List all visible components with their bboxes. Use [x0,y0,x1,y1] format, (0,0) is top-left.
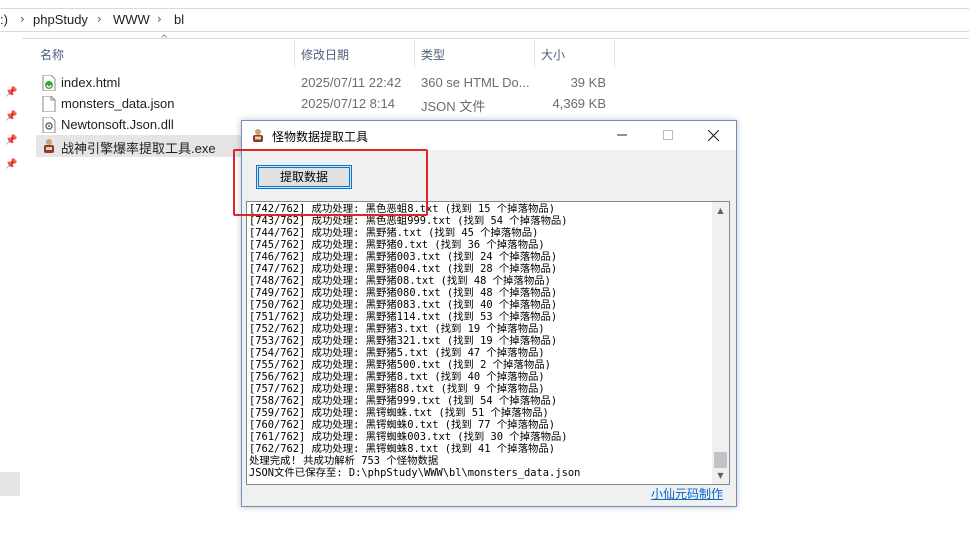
log-line: [761/762] 成功处理: 黑锷蜘蛛003.txt (找到 30 个掉落物品… [249,431,568,443]
log-line: [748/762] 成功处理: 黑野猪08.txt (找到 48 个掉落物品) [249,275,551,287]
file-size: 4,369 KB [552,96,607,111]
breadcrumb-item-bl[interactable]: bl [174,12,184,27]
file-date: 2025/07/11 22:42 [301,75,402,90]
scroll-down-icon[interactable]: ▼ [712,467,729,484]
file-row[interactable]: index.html 2025/07/11 22:42 360 se HTML … [36,72,614,94]
log-textbox[interactable]: [742/762] 成功处理: 黑色恶蛆8.txt (找到 15 个掉落物品)[… [246,201,730,485]
column-header-name[interactable]: 名称 [40,46,64,63]
chevron-right-icon: › [157,12,162,26]
chevron-right-icon: › [20,12,25,26]
column-header-size[interactable]: 大小 [541,46,565,63]
log-line: [743/762] 成功处理: 黑色恶蛆999.txt (找到 54 个掉落物品… [249,215,568,227]
file-date: 2025/07/12 8:14 [301,96,395,111]
breadcrumb-item-www[interactable]: WWW [113,12,150,27]
log-line: [760/762] 成功处理: 黑锷蜘蛛0.txt (找到 77 个掉落物品) [249,419,555,431]
scroll-up-icon[interactable]: ▲ [712,202,729,219]
column-divider[interactable] [614,40,615,68]
log-line: [762/762] 成功处理: 黑锷蜘蛛8.txt (找到 41 个掉落物品) [249,443,555,455]
file-type: 360 se HTML Do... [421,75,530,90]
window-title: 怪物数据提取工具 [272,130,369,144]
file-name: Newtonsoft.Json.dll [61,117,174,132]
log-line: [749/762] 成功处理: 黑野猪080.txt (找到 48 个掉落物品) [249,287,558,299]
column-header-date[interactable]: 修改日期 [301,46,349,63]
dll-file-icon [42,117,56,133]
column-divider[interactable] [294,40,295,68]
file-name: 战神引擎爆率提取工具.exe [61,141,216,156]
close-icon [707,129,719,141]
maximize-icon [663,130,673,140]
exe-file-icon [44,139,54,153]
sort-ascending-icon: ^ [160,34,169,45]
file-name: monsters_data.json [61,96,175,111]
log-line: [750/762] 成功处理: 黑野猪083.txt (找到 40 个掉落物品) [249,299,558,311]
address-bar: :) › phpStudy › WWW › bl [0,0,969,39]
html-file-icon [42,75,56,91]
column-header-type[interactable]: 类型 [421,46,445,63]
navigation-pane-edge: 📌 📌 📌 📌 [0,38,22,534]
file-size: 39 KB [570,75,606,90]
column-divider[interactable] [534,40,535,68]
scrollbar-thumb[interactable] [714,452,727,468]
pin-icon: 📌 [5,159,18,170]
navigation-selected-item[interactable] [0,472,20,496]
minimize-icon [617,134,627,136]
log-line: 处理完成! 共成功解析 753 个怪物数据 [249,455,439,467]
pin-icon: 📌 [5,87,18,98]
log-line: [751/762] 成功处理: 黑野猪114.txt (找到 53 个掉落物品) [249,311,558,323]
log-line: [746/762] 成功处理: 黑野猪003.txt (找到 24 个掉落物品) [249,251,558,263]
file-name: index.html [61,75,121,90]
breadcrumb-prefix: :) [0,12,8,27]
log-line: [747/762] 成功处理: 黑野猪004.txt (找到 28 个掉落物品) [249,263,558,275]
log-line: [745/762] 成功处理: 黑野猪0.txt (找到 36 个掉落物品) [249,239,545,251]
log-line: [744/762] 成功处理: 黑野猪.txt (找到 45 个掉落物品) [249,227,539,239]
log-line: JSON文件已保存至: D:\phpStudy\WWW\bl\monsters_… [249,467,581,479]
json-file-icon [42,96,56,112]
log-lines: [742/762] 成功处理: 黑色恶蛆8.txt (找到 15 个掉落物品)[… [249,203,711,483]
minimize-button[interactable] [599,121,645,150]
title-bar[interactable]: 怪物数据提取工具 [242,121,736,150]
log-line: [757/762] 成功处理: 黑野猪88.txt (找到 9 个掉落物品) [249,383,545,395]
pin-icon: 📌 [5,135,18,146]
vertical-scrollbar[interactable]: ▲ ▼ [712,202,729,484]
column-divider[interactable] [414,40,415,68]
log-line: [759/762] 成功处理: 黑锷蜘蛛.txt (找到 51 个掉落物品) [249,407,549,419]
file-row[interactable]: monsters_data.json 2025/07/12 8:14 JSON … [36,93,614,115]
annotation-highlight-box [233,149,428,216]
log-line: [754/762] 成功处理: 黑野猪5.txt (找到 47 个掉落物品) [249,347,545,359]
close-button[interactable] [690,121,736,150]
chevron-right-icon: › [97,12,102,26]
log-line: [756/762] 成功处理: 黑野猪8.txt (找到 40 个掉落物品) [249,371,545,383]
maximize-button[interactable] [645,121,691,150]
app-icon [253,129,263,142]
log-line: [755/762] 成功处理: 黑野猪500.txt (找到 2 个掉落物品) [249,359,551,371]
log-line: [758/762] 成功处理: 黑野猪999.txt (找到 54 个掉落物品) [249,395,558,407]
credit-link[interactable]: 小仙元码制作 [651,485,723,502]
breadcrumb-item-phpstudy[interactable]: phpStudy [33,12,88,27]
file-type: JSON 文件 [421,99,486,114]
log-line: [753/762] 成功处理: 黑野猪321.txt (找到 19 个掉落物品) [249,335,558,347]
pin-icon: 📌 [5,111,18,122]
log-line: [752/762] 成功处理: 黑野猪3.txt (找到 19 个掉落物品) [249,323,545,335]
